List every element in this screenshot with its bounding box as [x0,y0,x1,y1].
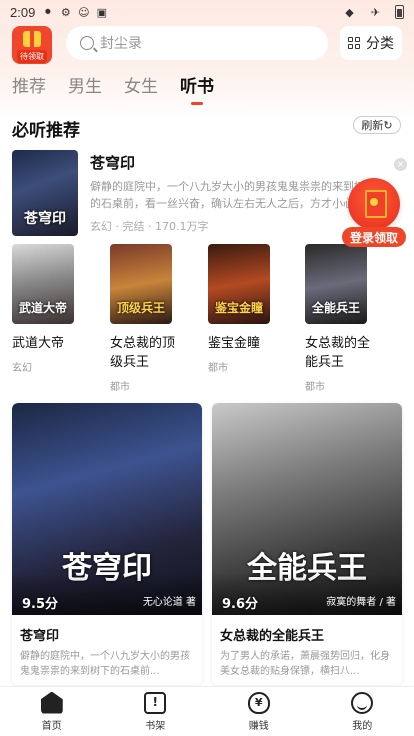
book-category: 都市 [110,382,130,393]
book-row: 武道大帝 武道大帝 玄幻 顶级兵王 女总裁的顶级兵王 都市 鉴宝金瞳 鉴宝金瞳 … [12,244,407,393]
nav-bookshelf-label: 书架 [145,720,166,732]
photo-notification-icon: ▣ [96,5,108,19]
big-book-cover: 全能兵王 [212,403,402,615]
refresh-icon: ↻ [383,118,393,132]
status-time: 2:09 [10,4,36,20]
nav-earn[interactable]: 赚钱 [224,691,294,732]
book-title: 女总裁的顶级兵王 [110,336,176,370]
money-bag-icon [247,691,270,714]
airplane-icon: ✈ [370,5,381,19]
refresh-label: 刷新 [361,119,384,132]
category-button[interactable]: 分类 [340,26,402,60]
nav-earn-label: 赚钱 [248,720,269,732]
battery-icon [395,5,404,19]
record-icon: ⏺ [45,5,51,18]
big-book-card[interactable]: 苍穹印 9.5分 无心论道 著 苍穹印 僻静的庭院中，一个八九岁大小的男孩鬼鬼祟… [12,403,202,685]
status-bar: 2:09 ⏺ ⚙ ☺ ▣ ◆ ✈ [0,0,414,24]
tab-female[interactable]: 女生 [124,72,158,105]
bookshelf-icon [144,691,167,714]
cover-title-text: 苍穹印 [24,211,66,227]
tab-male[interactable]: 男生 [68,72,102,105]
book-rating: 9.5分 [22,597,59,612]
wifi-icon: ◆ [345,5,354,19]
book-author: 寂寞的舞者 / 著 [326,597,396,608]
book-title: 鉴宝金瞳 [208,336,261,351]
book-author: 无心论道 著 [142,597,196,608]
section-title: 必听推荐 [12,121,80,141]
book-title: 武道大帝 [12,336,65,351]
gift-button[interactable]: 待领取 [12,26,52,64]
grid-icon [348,37,360,49]
settings-icon: ⚙ [60,5,71,19]
category-label: 分类 [366,36,394,52]
big-book-desc: 为了男人的承诺，萧晨强势回归，化身美女总裁的贴身保镖，横扫八... [220,651,390,677]
search-placeholder: 封尘录 [100,36,142,52]
book-cover: 鉴宝金瞳 [208,244,270,324]
profile-icon [351,691,374,714]
book-category: 玄幻 [12,363,32,374]
book-item[interactable]: 全能兵王 女总裁的全能兵王 都市 [305,244,377,393]
red-envelope-icon [348,178,400,230]
big-book-title: 苍穹印 [20,629,60,644]
login-reward-float[interactable]: 登录领取 [342,178,406,248]
gift-icon [23,31,41,47]
home-icon [40,691,63,714]
tab-audiobook[interactable]: 听书 [180,72,214,105]
header: 待领取 封尘录 分类 [0,24,414,64]
book-cover: 顶级兵王 [110,244,172,324]
book-category: 都市 [305,382,325,393]
gift-label: 待领取 [17,50,47,63]
nav-bookshelf[interactable]: 书架 [120,691,190,732]
book-item[interactable]: 顶级兵王 女总裁的顶级兵王 都市 [110,244,182,393]
book-title: 女总裁的全能兵王 [305,336,371,370]
book-cover: 全能兵王 [305,244,367,324]
big-book-card[interactable]: 全能兵王 9.6分 寂寞的舞者 / 著 女总裁的全能兵王 为了男人的承诺，萧晨强… [212,403,402,685]
app-notification-icon: ☺ [78,5,90,19]
tab-bar: 推荐 男生 女生 听书 [12,72,214,105]
featured-title: 苍穹印 [90,154,136,172]
nav-profile[interactable]: 我的 [327,691,397,732]
big-card-grid: 苍穹印 9.5分 无心论道 著 苍穹印 僻静的庭院中，一个八九岁大小的男孩鬼鬼祟… [12,403,403,685]
featured-meta: 玄幻 · 完结 · 170.1万字 [90,220,209,233]
featured-desc: 僻静的庭院中，一个八九岁大小的男孩鬼鬼祟祟的来到树下的石桌前，看一丝兴奋，确认左… [90,180,376,210]
book-item[interactable]: 武道大帝 武道大帝 玄幻 [12,244,84,374]
search-icon [80,36,94,50]
search-input[interactable]: 封尘录 [66,26,328,60]
book-item[interactable]: 鉴宝金瞳 鉴宝金瞳 都市 [208,244,280,374]
close-icon[interactable]: × [394,158,407,171]
refresh-button[interactable]: 刷新 ↻ [353,116,401,134]
nav-profile-label: 我的 [352,720,373,732]
tab-recommend[interactable]: 推荐 [12,72,46,105]
big-book-cover: 苍穹印 [12,403,202,615]
nav-home-label: 首页 [41,720,62,732]
book-cover: 武道大帝 [12,244,74,324]
status-right: ◆ ✈ [343,5,404,19]
big-book-title: 女总裁的全能兵王 [220,629,325,644]
login-reward-label: 登录领取 [342,227,406,247]
big-book-desc: 僻静的庭院中，一个八九岁大小的男孩鬼鬼祟祟的来到树下的石桌前... [20,651,190,677]
book-rating: 9.6分 [222,597,259,612]
nav-home[interactable]: 首页 [17,691,87,732]
book-category: 都市 [208,363,228,374]
bottom-nav: 首页 书架 赚钱 我的 [0,686,414,736]
featured-cover: 苍穹印 [12,150,78,236]
